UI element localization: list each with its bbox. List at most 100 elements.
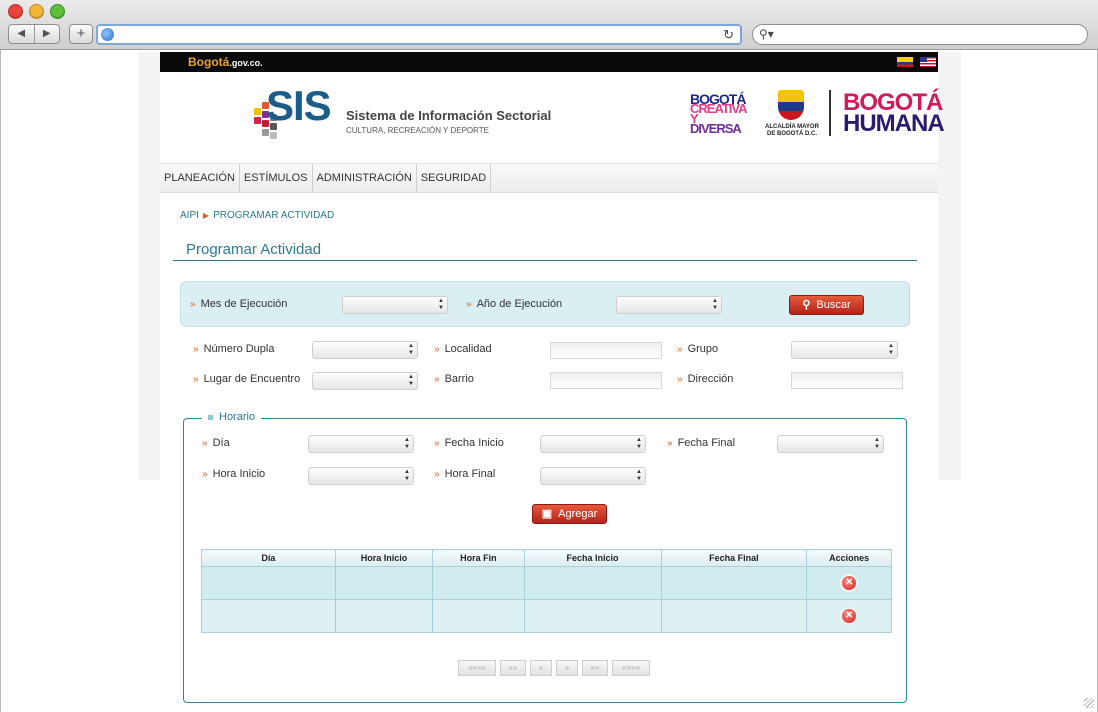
buscar-button[interactable]: ⚲ Buscar (789, 295, 864, 315)
agregar-button[interactable]: ▣ Agregar (532, 504, 607, 524)
site-header: SIS Sistema de Información Sectorial CUL… (160, 72, 945, 163)
horario-legend: Horario (202, 411, 262, 423)
chevron-right-icon: » (677, 374, 683, 385)
hora-final-select[interactable]: ▲ ▼ (540, 467, 646, 485)
site-container: Bogotá.gov.co. SIS Sistema de Informació… (160, 52, 945, 712)
breadcrumb-root[interactable]: AIPI (180, 210, 199, 221)
alcaldia-label: ALCALDÍA MAYOR DE BOGOTÁ D.C. (765, 124, 819, 137)
numero-dupla-text: Número Dupla (203, 343, 275, 355)
delete-icon[interactable]: ✕ (842, 609, 857, 623)
spanish-flag-icon[interactable] (897, 57, 913, 67)
direccion-label: » Dirección (677, 373, 733, 385)
minimize-window-button[interactable] (29, 4, 44, 19)
hora-final-text: Hora Final (444, 468, 496, 480)
col-header-hora-inicio[interactable]: Hora Inicio (334, 549, 434, 567)
zoom-window-button[interactable] (50, 4, 65, 19)
menu-item-seguridad[interactable]: SEGURIDAD (417, 164, 492, 192)
col-header-fecha-final[interactable]: Fecha Final (660, 549, 808, 567)
dia-label: » Día (202, 437, 230, 449)
reload-icon[interactable]: ↻ (723, 26, 734, 43)
breadcrumb: AIPI ▶ PROGRAMAR ACTIVIDAD (180, 210, 334, 221)
barrio-input[interactable] (550, 372, 662, 389)
bogota-creativa-logo: BOGOTÁ CREATIVA Y DIVERSA (690, 92, 752, 136)
hora-inicio-text: Hora Inicio (212, 468, 266, 480)
fecha-inicio-label: » Fecha Inicio (434, 437, 504, 449)
barrio-text: Barrio (444, 373, 474, 385)
table-cell (334, 566, 434, 600)
anio-ejecucion-select[interactable]: ▲ ▼ (616, 296, 722, 314)
select-arrows-icon: ▲ ▼ (874, 437, 880, 450)
hora-inicio-select[interactable]: ▲ ▼ (308, 467, 414, 485)
buscar-label: Buscar (816, 299, 851, 311)
next-ten-button[interactable]: »» (582, 660, 608, 676)
col-header-dia[interactable]: Día (201, 549, 336, 567)
table-cell-actions: ✕ (806, 599, 892, 633)
numero-dupla-select[interactable]: ▲ ▼ (312, 341, 418, 359)
table-row: ✕ (201, 566, 892, 600)
barrio-label: » Barrio (434, 373, 474, 385)
close-window-button[interactable] (8, 4, 23, 19)
resize-grip-icon[interactable] (1084, 698, 1094, 708)
browser-search-field[interactable]: ⚲▾ (752, 24, 1088, 45)
bogota-gov-logo[interactable]: Bogotá.gov.co. (188, 55, 263, 69)
dia-text: Día (212, 437, 230, 449)
anio-ejecucion-text: Año de Ejecución (476, 298, 563, 310)
lugar-encuentro-select[interactable]: ▲ ▼ (312, 372, 418, 390)
dia-select[interactable]: ▲ ▼ (308, 435, 414, 453)
back-button[interactable]: ◀ (9, 25, 35, 43)
table-row: ✕ (201, 599, 892, 633)
delete-icon[interactable]: ✕ (842, 576, 857, 590)
select-arrows-icon: ▲ ▼ (712, 298, 718, 311)
first-page-button[interactable]: «««« (458, 660, 496, 676)
col-header-hora-fin[interactable]: Hora Fin (432, 549, 525, 567)
mes-ejecucion-text: Mes de Ejecución (200, 298, 288, 310)
grupo-select[interactable]: ▲ ▼ (791, 341, 898, 359)
table-cell (201, 599, 336, 633)
col-header-acciones: Acciones (806, 549, 892, 567)
prev-page-button[interactable]: « (530, 660, 552, 676)
prev-ten-button[interactable]: «« (500, 660, 526, 676)
logo-creativa-line3: DIVERSA (690, 121, 742, 136)
chevron-right-icon: » (193, 344, 199, 355)
logo-humana-line2: HUMANA (843, 110, 945, 137)
menu-item-administracion[interactable]: ADMINISTRACIÓN (313, 164, 417, 192)
fecha-inicio-select[interactable]: ▲ ▼ (540, 435, 646, 453)
bogota-gov-logo-suffix: .gov.co. (229, 58, 263, 68)
chevron-right-icon: » (434, 374, 440, 385)
table-cell (201, 566, 336, 600)
chevron-right-icon: » (193, 374, 199, 385)
forward-button[interactable]: ▶ (35, 25, 60, 43)
menu-item-planeacion[interactable]: PLANEACIÓN (160, 164, 240, 192)
add-bookmark-button[interactable]: + (69, 24, 93, 44)
direccion-input[interactable] (791, 372, 903, 389)
sis-abbr: SIS (266, 82, 332, 129)
select-arrows-icon: ▲ ▼ (408, 343, 414, 356)
bogota-shield-icon (778, 90, 804, 120)
select-arrows-icon: ▲ ▼ (636, 437, 642, 450)
localidad-text: Localidad (444, 343, 492, 355)
select-arrows-icon: ▲ ▼ (636, 469, 642, 482)
last-page-button[interactable]: »»»» (612, 660, 650, 676)
fecha-final-select[interactable]: ▲ ▼ (777, 435, 884, 453)
lugar-encuentro-label: » Lugar de Encuentro (193, 373, 300, 385)
localidad-input[interactable] (550, 342, 662, 359)
globe-icon (101, 28, 114, 41)
english-flag-icon[interactable] (920, 57, 936, 67)
col-header-fecha-inicio[interactable]: Fecha Inicio (523, 549, 662, 567)
next-page-button[interactable]: » (556, 660, 578, 676)
address-bar[interactable]: ↻ (96, 24, 742, 45)
chevron-right-icon: » (434, 438, 440, 449)
title-divider (173, 260, 917, 261)
horario-legend-text: Horario (219, 411, 256, 423)
breadcrumb-arrow-icon: ▶ (202, 211, 210, 220)
select-arrows-icon: ▲ ▼ (888, 343, 894, 356)
chevron-right-icon: » (202, 469, 208, 480)
localidad-label: » Localidad (434, 343, 492, 355)
menu-item-estimulos[interactable]: ESTÍMULOS (240, 164, 313, 192)
table-cell-actions: ✕ (806, 566, 892, 600)
chevron-right-icon: » (466, 299, 472, 310)
search-icon: ⚲▾ (759, 27, 774, 41)
pagination: «««« «« « » »» »»»» (458, 660, 650, 676)
sis-title: Sistema de Información Sectorial (346, 108, 552, 123)
mes-ejecucion-select[interactable]: ▲ ▼ (342, 296, 448, 314)
